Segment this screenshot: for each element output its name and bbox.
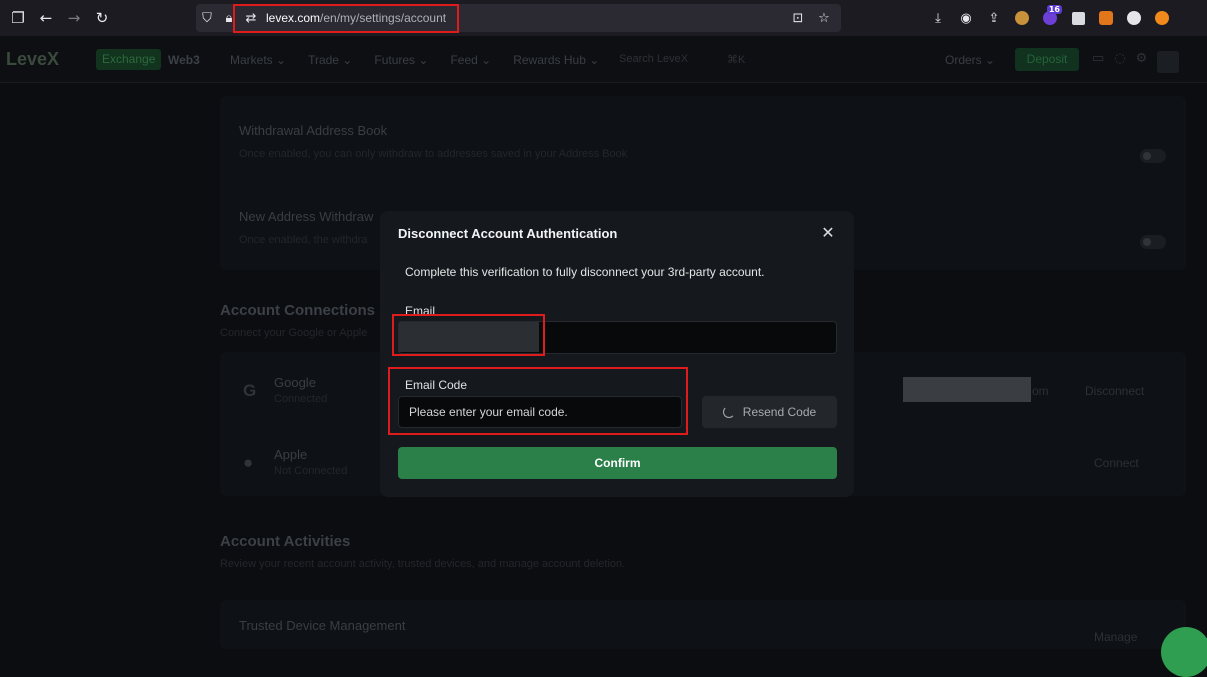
main-menu: Markets ⌄ Trade ⌄ Futures ⌄ Feed ⌄ Rewar…	[230, 53, 621, 67]
deposit-button[interactable]: Deposit	[1015, 48, 1079, 71]
browser-toolbar: ❐ ← → ↻ ⛉ 🔒︎ ⇄ levex.com/en/my/settings/…	[0, 0, 1207, 36]
withdrawal-book-toggle[interactable]	[1140, 149, 1166, 163]
ublock-extension-icon[interactable]: 16	[1036, 4, 1064, 32]
exchange-tab[interactable]: Exchange	[96, 49, 162, 70]
profile-icon[interactable]	[1157, 51, 1180, 73]
tab-manager-icon[interactable]: ❐	[4, 4, 32, 32]
apple-status: Not Connected	[274, 465, 348, 477]
search-shortcut: ⌘K	[727, 54, 746, 66]
google-disconnect-button[interactable]: Disconnect	[1085, 384, 1144, 398]
apple-connect-button[interactable]: Connect	[1094, 456, 1139, 470]
header-search[interactable]: Search LeveX	[619, 53, 688, 65]
new-address-toggle[interactable]	[1140, 235, 1166, 249]
activities-heading: Account Activities	[220, 533, 351, 550]
wallet-icon[interactable]: ▭	[1092, 51, 1104, 73]
back-icon[interactable]: ←	[32, 4, 60, 32]
menu-markets[interactable]: Markets ⌄	[230, 53, 286, 67]
share-icon[interactable]: ⇪	[980, 4, 1008, 32]
settings-icon[interactable]: ⚙	[1136, 51, 1148, 73]
extensions-bar: ⤓ ◉ ⇪ 16	[924, 0, 1176, 36]
coin-extension-icon[interactable]	[1148, 4, 1176, 32]
close-icon[interactable]: ✕	[816, 221, 840, 245]
extension-icon[interactable]	[1120, 4, 1148, 32]
metamask-extension-icon[interactable]	[1092, 4, 1120, 32]
url-highlight-box	[233, 4, 459, 33]
google-status: Connected	[274, 393, 328, 405]
activities-desc: Review your recent account activity, tru…	[220, 558, 626, 570]
withdrawal-book-desc: Once enabled, you can only withdraw to a…	[239, 148, 628, 160]
downloads-icon[interactable]: ⤓	[924, 4, 952, 32]
connections-desc: Connect your Google or Apple	[220, 327, 368, 339]
loading-spinner-icon	[722, 406, 735, 418]
new-address-desc: Once enabled, the withdra	[239, 234, 368, 246]
withdrawal-book-title: Withdrawal Address Book	[239, 123, 388, 138]
menu-feed[interactable]: Feed ⌄	[450, 53, 491, 67]
menu-rewards-hub[interactable]: Rewards Hub ⌄	[513, 53, 599, 67]
notification-icon[interactable]: ◌	[1114, 51, 1125, 73]
email-highlight-box	[392, 314, 545, 356]
manage-button[interactable]: Manage	[1094, 630, 1137, 644]
apple-icon: ●	[243, 453, 254, 472]
reload-icon[interactable]: ↻	[88, 4, 116, 32]
menu-trade[interactable]: Trade ⌄	[308, 53, 352, 67]
screenshot-extension-icon[interactable]	[1064, 4, 1092, 32]
modal-title: Disconnect Account Authentication	[398, 226, 618, 241]
site-header: LeveX Exchange Web3 Markets ⌄ Trade ⌄ Fu…	[0, 36, 1207, 83]
install-app-icon[interactable]: ⊡	[787, 4, 809, 32]
trusted-device-title: Trusted Device Management	[239, 618, 406, 633]
shield-icon[interactable]: ⛉	[196, 4, 218, 32]
google-email-tail: om	[1032, 384, 1049, 398]
apple-name: Apple	[274, 447, 308, 462]
code-highlight-box	[388, 367, 688, 435]
connections-heading: Account Connections	[220, 302, 376, 319]
orders-menu[interactable]: Orders ⌄	[945, 53, 995, 67]
account-icon[interactable]: ◉	[952, 4, 980, 32]
levex-logo[interactable]: LeveX	[6, 49, 59, 70]
resend-code-label: Resend Code	[742, 405, 817, 419]
cookie-extension-icon[interactable]	[1008, 4, 1036, 32]
modal-description: Complete this verification to fully disc…	[405, 265, 765, 279]
confirm-button[interactable]: Confirm	[398, 447, 837, 479]
resend-code-button[interactable]: Resend Code	[702, 396, 837, 428]
chat-support-button[interactable]	[1161, 627, 1207, 677]
bookmark-star-icon[interactable]: ☆	[813, 4, 835, 32]
new-address-title: New Address Withdraw	[239, 209, 374, 224]
web3-tab[interactable]: Web3	[168, 53, 200, 67]
google-name: Google	[274, 375, 316, 390]
menu-futures[interactable]: Futures ⌄	[374, 53, 428, 67]
google-email-redacted	[903, 377, 1031, 402]
forward-icon[interactable]: →	[60, 4, 88, 32]
google-icon: G	[243, 381, 257, 400]
